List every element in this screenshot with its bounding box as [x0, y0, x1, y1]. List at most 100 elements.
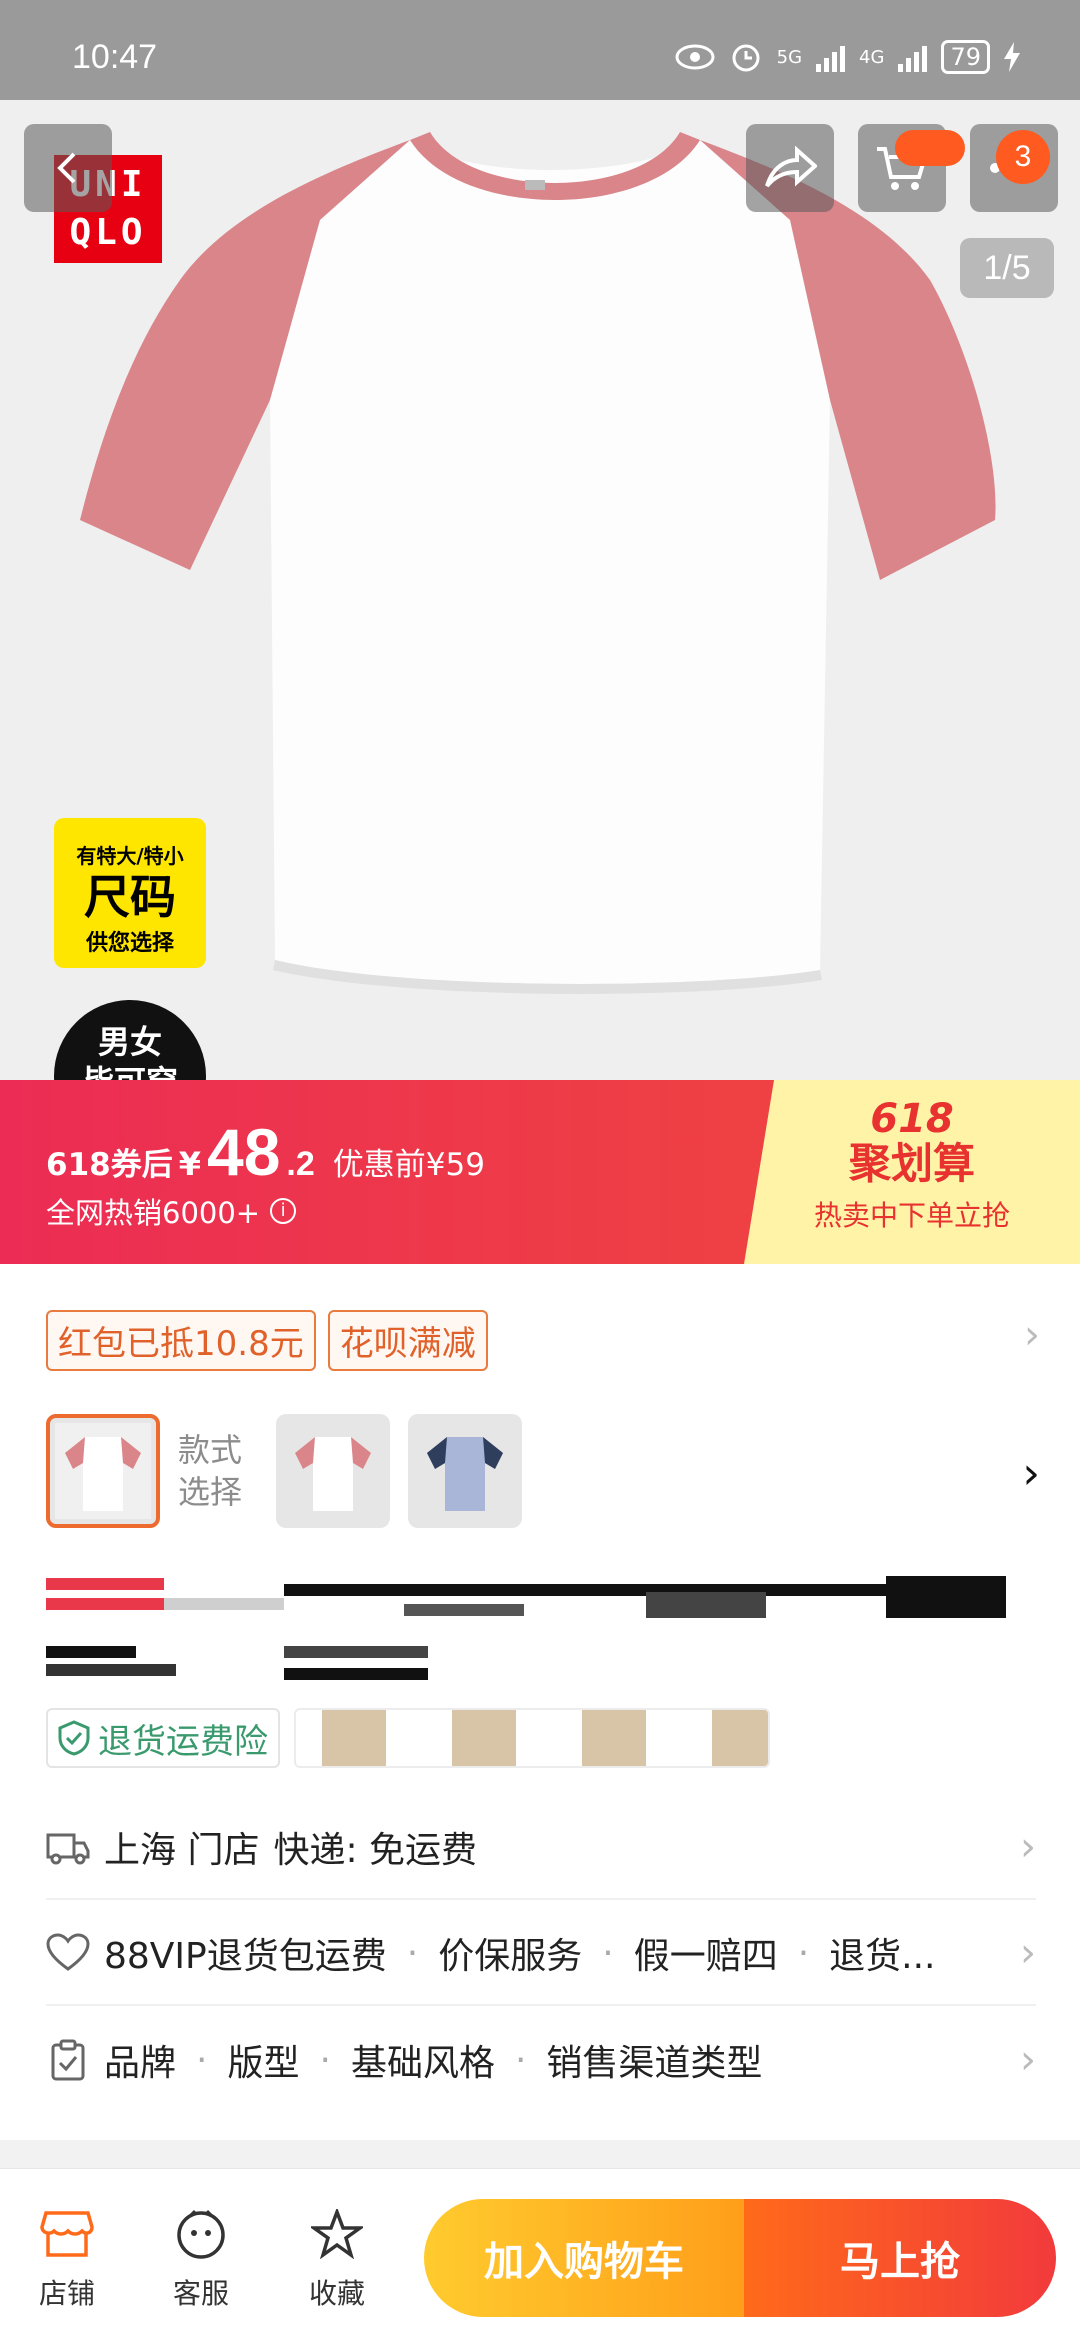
return-insurance-label: 退货运费险 — [98, 1721, 268, 1762]
promo-618: 618 — [870, 1096, 954, 1142]
shield-check-icon — [58, 1720, 90, 1756]
signal-icon-2 — [898, 42, 928, 72]
back-button[interactable] — [24, 124, 112, 212]
coupon-tag-huabei[interactable]: 花呗满减 — [327, 1310, 488, 1371]
separator-dot: · — [406, 1932, 419, 1974]
currency-symbol: ¥ — [178, 1145, 201, 1183]
redact-block — [284, 1646, 428, 1658]
guarantee-price-protect: 价保服务 — [438, 1936, 583, 1977]
status-bar: 10:47 5G 4G 79 — [0, 0, 1080, 100]
store-icon — [40, 2211, 94, 2257]
chevron-right-icon: › — [1020, 2037, 1036, 2083]
logo-line-2: QLO — [69, 212, 147, 253]
service-tags[interactable]: 退货运费险 — [46, 1708, 770, 1768]
juhuasuan-promo[interactable]: 618 聚划算 热卖中下单立抢 — [744, 1080, 1080, 1264]
buy-now-button[interactable]: 马上抢 — [744, 2199, 1056, 2317]
separator-dot: · — [319, 2039, 331, 2081]
network-5g-label: 5G — [776, 46, 803, 68]
redact-block — [46, 1598, 164, 1610]
customer-service-button[interactable]: 客服 — [156, 2209, 246, 2312]
unisex-line-1: 男女 — [97, 1023, 162, 1061]
cart-badge — [895, 130, 965, 166]
param-fit: 版型 — [227, 2043, 300, 2084]
image-counter: 1/5 — [960, 238, 1054, 298]
alarm-icon — [732, 44, 760, 72]
charging-icon — [1004, 42, 1020, 72]
navy-tee-thumb — [427, 1437, 503, 1511]
back-arrow-icon — [57, 152, 76, 184]
style-select-line-1: 款式 — [178, 1431, 243, 1469]
param-style: 基础风格 — [350, 2043, 495, 2084]
section-divider — [0, 2140, 1080, 2168]
promo-title: 聚划算 — [848, 1139, 975, 1188]
separator-dot: · — [797, 1932, 810, 1974]
coupon-chevron-icon[interactable]: › — [1024, 1312, 1040, 1358]
style-thumb-selected[interactable] — [46, 1414, 160, 1528]
chat-face-icon — [177, 2209, 225, 2259]
service-label: 客服 — [172, 2277, 229, 2310]
heart-icon — [46, 1931, 90, 1975]
guarantee-row[interactable]: 88VIP退货包运费 · 价保服务 · 假一赔四 · 退货... › — [46, 1902, 1036, 2006]
network-4g-label: 4G — [859, 46, 885, 68]
info-icon[interactable]: i — [270, 1198, 297, 1224]
pink-tee-thumb-2 — [295, 1437, 371, 1511]
separator-dot: · — [514, 2039, 527, 2081]
product-gallery[interactable]: UNI QLO 有特大/特小 尺码 供您选择 男女 皆可穿 图集 款式 — [0, 100, 1080, 1080]
ship-origin: 上海 门店 — [104, 1830, 260, 1871]
store-label: 店铺 — [38, 2277, 95, 2310]
redact-block — [404, 1604, 524, 1616]
coupon-price-label: 618券后 — [46, 1147, 173, 1183]
guarantee-88vip: 88VIP退货包运费 — [104, 1936, 387, 1977]
chevron-right-icon: › — [1020, 1824, 1036, 1870]
store-button[interactable]: 店铺 — [22, 2209, 112, 2312]
style-thumb-pink[interactable] — [276, 1414, 390, 1528]
style-select-line-2: 选择 — [178, 1473, 243, 1511]
price-decimal: .2 — [286, 1145, 315, 1183]
price-banner: 618券后 ¥ 48 .2 优惠前¥59 全网热销6000+ i 618 聚划算… — [0, 1080, 1080, 1264]
guarantee-return: 退货... — [829, 1936, 936, 1977]
share-icon — [765, 146, 817, 188]
coupon-tag-redpacket[interactable]: 红包已抵10.8元 — [46, 1310, 316, 1371]
promo-subtitle: 热卖中下单立抢 — [813, 1199, 1010, 1232]
size-sticker-line-2: 尺码 — [84, 870, 176, 924]
truck-icon — [46, 1825, 90, 1869]
redact-block — [164, 1598, 284, 1610]
sales-count: 全网热销6000+ — [46, 1196, 261, 1230]
signal-icon — [816, 42, 846, 72]
eye-icon — [675, 44, 715, 70]
size-sticker: 有特大/特小 尺码 供您选择 — [54, 818, 206, 968]
original-price: 优惠前¥59 — [332, 1147, 485, 1183]
size-sticker-line-1: 有特大/特小 — [76, 844, 184, 868]
favorite-button[interactable]: 收藏 — [292, 2207, 382, 2312]
style-next-icon[interactable]: › — [1022, 1448, 1040, 1499]
coupon-row[interactable]: 红包已抵10.8元 花呗满减 — [46, 1310, 488, 1371]
product-page: 10:47 5G 4G 79 UNI QLO — [0, 0, 1080, 2340]
shipping-row[interactable]: 上海 门店 快递: 免运费 › — [46, 1796, 1036, 1900]
price-integer: 48 — [206, 1115, 281, 1189]
params-row[interactable]: 品牌 · 版型 · 基础风格 · 销售渠道类型 › — [46, 2008, 1036, 2112]
param-channel: 销售渠道类型 — [546, 2043, 763, 2084]
style-thumb-navy[interactable] — [408, 1414, 522, 1528]
param-brand: 品牌 — [104, 2043, 177, 2084]
star-icon — [308, 2207, 366, 2260]
pink-tee-thumb — [55, 1423, 151, 1519]
add-to-cart-button[interactable]: 加入购物车 — [424, 2199, 744, 2317]
separator-dot: · — [602, 1932, 614, 1974]
redact-block — [886, 1576, 1006, 1618]
bottom-action-bar: 店铺 客服 收藏 加入购物车 马上抢 — [0, 2168, 1080, 2340]
return-insurance-tag[interactable]: 退货运费险 — [46, 1708, 280, 1768]
redact-block — [46, 1578, 164, 1590]
share-button[interactable] — [746, 124, 834, 212]
price-line: 618券后 ¥ 48 .2 优惠前¥59 — [46, 1114, 485, 1190]
sales-line: 全网热销6000+ i — [46, 1190, 297, 1232]
clipboard-icon — [46, 2038, 90, 2082]
message-badge: 3 — [996, 130, 1050, 184]
redact-block — [46, 1664, 176, 1676]
redact-block — [284, 1668, 428, 1680]
style-selector: 款式 选择 — [46, 1414, 522, 1528]
guarantee-fake-four: 假一赔四 — [633, 1936, 778, 1977]
separator-dot: · — [196, 2039, 208, 2081]
redact-block — [646, 1592, 766, 1618]
favorite-label: 收藏 — [308, 2277, 365, 2310]
battery-level: 79 — [941, 40, 990, 74]
